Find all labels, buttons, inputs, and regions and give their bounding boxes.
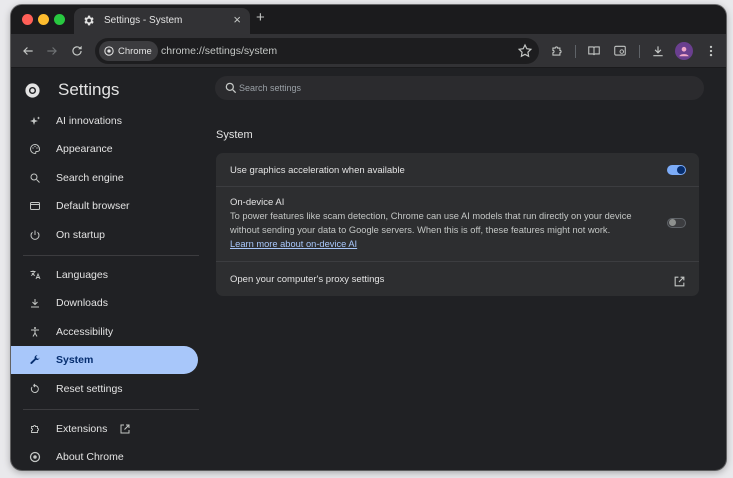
sparkle-icon (28, 114, 42, 128)
back-arrow-icon[interactable] (20, 43, 36, 59)
graphics-acceleration-label: Use graphics acceleration when available (230, 165, 405, 176)
settings-sidebar: Settings AI innovations Appearance Searc… (11, 68, 211, 470)
external-link-icon (120, 424, 130, 434)
tab-title: Settings - System (104, 15, 183, 26)
power-icon (28, 228, 42, 242)
more-menu-icon[interactable] (703, 43, 719, 59)
learn-more-link[interactable]: Learn more about on-device AI (230, 239, 357, 249)
sidebar-item-downloads[interactable]: Downloads (11, 289, 198, 317)
on-device-ai-description-line2: without sending your data to Google serv… (230, 225, 611, 235)
sidebar-item-appearance[interactable]: Appearance (11, 135, 198, 163)
url-text[interactable]: chrome://settings/system (161, 45, 277, 57)
minimize-window-button[interactable] (38, 14, 49, 25)
bookmark-star-icon[interactable] (517, 43, 533, 59)
chrome-icon (104, 46, 114, 56)
tab-close-icon[interactable]: × (233, 13, 241, 27)
reading-mode-icon[interactable] (586, 43, 602, 59)
browser-window: Settings - System × + Chrome chrome://se… (11, 5, 726, 470)
palette-icon (28, 142, 42, 156)
settings-search-input[interactable]: Search settings (215, 76, 704, 100)
profile-avatar[interactable] (675, 42, 693, 60)
proxy-settings-label: Open your computer's proxy settings (230, 274, 385, 285)
avatar-icon (679, 46, 689, 57)
reload-icon[interactable] (69, 43, 85, 59)
wrench-icon (28, 353, 42, 367)
sidebar-item-extensions[interactable]: Extensions (11, 415, 198, 443)
new-tab-button[interactable]: + (256, 10, 265, 26)
external-link-icon[interactable] (673, 275, 686, 288)
forward-arrow-icon[interactable] (44, 43, 60, 59)
sidebar-item-about-chrome[interactable]: About Chrome (11, 443, 198, 470)
sidebar-item-ai-innovations[interactable]: AI innovations (11, 107, 198, 135)
chrome-icon (28, 450, 42, 464)
on-device-ai-label: On-device AI (230, 197, 285, 208)
graphics-acceleration-toggle[interactable] (667, 165, 686, 175)
graphics-acceleration-row[interactable]: Use graphics acceleration when available (216, 153, 699, 186)
chrome-icon (25, 82, 40, 98)
on-device-ai-row: On-device AI To power features like scam… (216, 187, 699, 261)
site-info-chip[interactable]: Chrome (99, 41, 158, 61)
on-device-ai-description-line1: To power features like scam detection, C… (230, 211, 632, 221)
download-icon (28, 296, 42, 310)
address-bar[interactable]: Chrome chrome://settings/system (95, 38, 539, 64)
proxy-settings-row[interactable]: Open your computer's proxy settings (216, 262, 699, 296)
settings-brand: Settings (24, 80, 119, 100)
on-device-ai-toggle[interactable] (667, 218, 686, 228)
browser-window-icon (28, 199, 42, 213)
search-placeholder: Search settings (239, 83, 302, 93)
sidebar-item-accessibility[interactable]: Accessibility (11, 318, 198, 346)
tab-strip: Settings - System × + (11, 5, 726, 34)
toolbar: Chrome chrome://settings/system (11, 34, 726, 68)
toolbar-divider (575, 45, 576, 58)
sidebar-divider (23, 409, 199, 410)
tab-settings[interactable]: Settings - System × (74, 8, 250, 34)
search-icon (28, 171, 42, 185)
accessibility-icon (28, 325, 42, 339)
section-title: System (216, 129, 253, 141)
system-settings-card: Use graphics acceleration when available… (216, 153, 699, 296)
sidebar-divider (23, 255, 199, 256)
search-icon (225, 82, 237, 94)
side-panel-search-icon[interactable] (612, 43, 628, 59)
maximize-window-button[interactable] (54, 14, 65, 25)
sidebar-item-languages[interactable]: Languages (11, 261, 198, 289)
close-window-button[interactable] (22, 14, 33, 25)
sidebar-item-on-startup[interactable]: On startup (11, 221, 198, 249)
sidebar-item-default-browser[interactable]: Default browser (11, 192, 198, 220)
reset-icon (28, 382, 42, 396)
toolbar-divider (639, 45, 640, 58)
sidebar-item-reset-settings[interactable]: Reset settings (11, 375, 198, 403)
extensions-puzzle-icon[interactable] (549, 43, 565, 59)
puzzle-icon (28, 422, 42, 436)
download-icon[interactable] (650, 43, 666, 59)
chip-label: Chrome (118, 45, 152, 57)
page-title: Settings (58, 80, 120, 99)
translate-icon (28, 268, 42, 282)
sidebar-item-search-engine[interactable]: Search engine (11, 164, 198, 192)
sidebar-item-system[interactable]: System (11, 346, 198, 374)
gear-icon (84, 15, 94, 26)
